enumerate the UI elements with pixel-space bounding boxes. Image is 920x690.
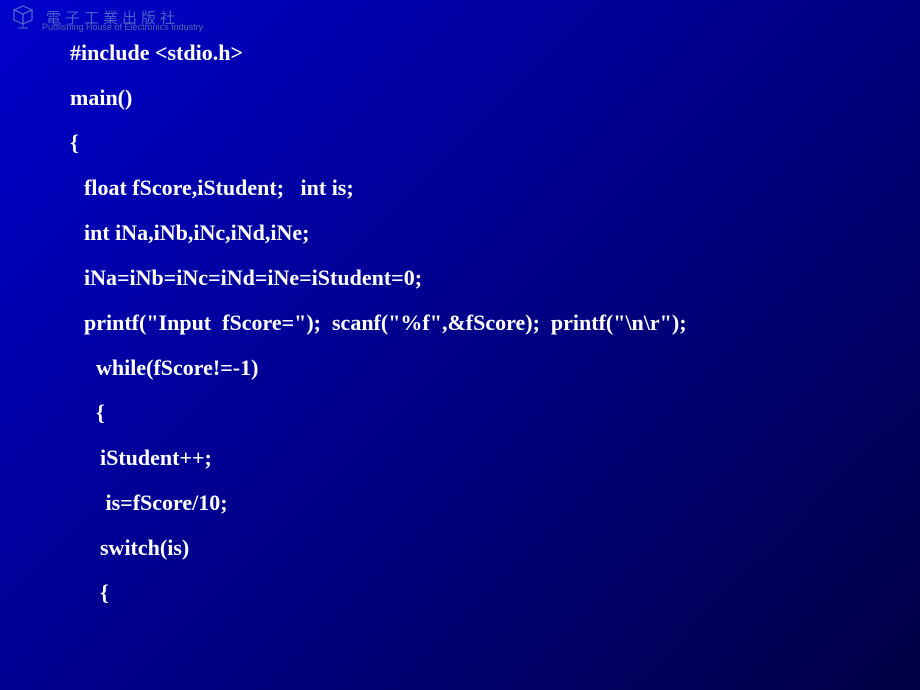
code-line: while(fScore!=-1) [70, 357, 850, 379]
watermark-subtext: Publishing House of Electronics Industry [42, 22, 203, 32]
code-line: is=fScore/10; [70, 492, 850, 514]
code-line: int iNa,iNb,iNc,iNd,iNe; [70, 222, 850, 244]
code-line: { [70, 402, 850, 424]
code-block: #include <stdio.h> main() { float fScore… [0, 0, 920, 647]
code-line: iStudent++; [70, 447, 850, 469]
code-line: printf("Input fScore="); scanf("%f",&fSc… [70, 312, 850, 334]
publisher-logo-icon [6, 4, 40, 30]
code-line: #include <stdio.h> [70, 42, 850, 64]
code-line: { [70, 582, 850, 604]
code-line: main() [70, 87, 850, 109]
code-line: { [70, 132, 850, 154]
code-line: switch(is) [70, 537, 850, 559]
code-line: iNa=iNb=iNc=iNd=iNe=iStudent=0; [70, 267, 850, 289]
code-line: float fScore,iStudent; int is; [70, 177, 850, 199]
